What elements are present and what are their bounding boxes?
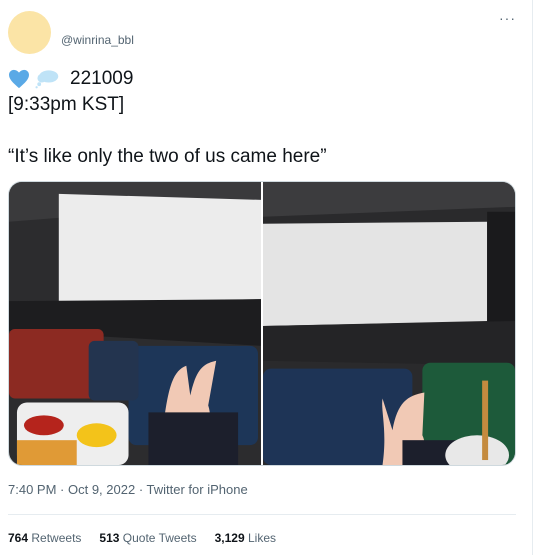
- tweet-card: @winrina_bbl ··· 221009 [9:33pm KST] “It…: [0, 0, 533, 555]
- tweet-time[interactable]: 7:40 PM: [8, 482, 56, 497]
- divider: [8, 514, 516, 515]
- media-grid: [8, 181, 516, 466]
- meta-separator: ·: [135, 482, 147, 497]
- quote-tweets-stat[interactable]: 513 Quote Tweets: [99, 531, 196, 545]
- meta-separator: ·: [56, 482, 68, 497]
- tweet-text-line-1: 221009: [8, 68, 133, 90]
- photo-2[interactable]: [263, 182, 515, 465]
- tweet-stats: 764 Retweets 513 Quote Tweets 3,129 Like…: [8, 531, 276, 545]
- tweet-time-line: [9:33pm KST]: [8, 94, 125, 115]
- more-options-icon[interactable]: ···: [499, 10, 516, 26]
- tweet-meta: 7:40 PM · Oct 9, 2022 · Twitter for iPho…: [8, 482, 248, 497]
- likes-stat[interactable]: 3,129 Likes: [215, 531, 276, 545]
- tweet-source[interactable]: Twitter for iPhone: [147, 482, 248, 497]
- photo-1[interactable]: [9, 182, 261, 465]
- author-handle[interactable]: @winrina_bbl: [61, 33, 134, 47]
- blue-heart-icon: [9, 69, 29, 89]
- date-code: 221009: [70, 68, 134, 89]
- tweet-date[interactable]: Oct 9, 2022: [68, 482, 135, 497]
- avatar[interactable]: [8, 11, 51, 54]
- tweet-quote: “It’s like only the two of us came here”: [8, 146, 327, 167]
- thought-balloon-icon: [35, 70, 59, 89]
- retweets-stat[interactable]: 764 Retweets: [8, 531, 81, 545]
